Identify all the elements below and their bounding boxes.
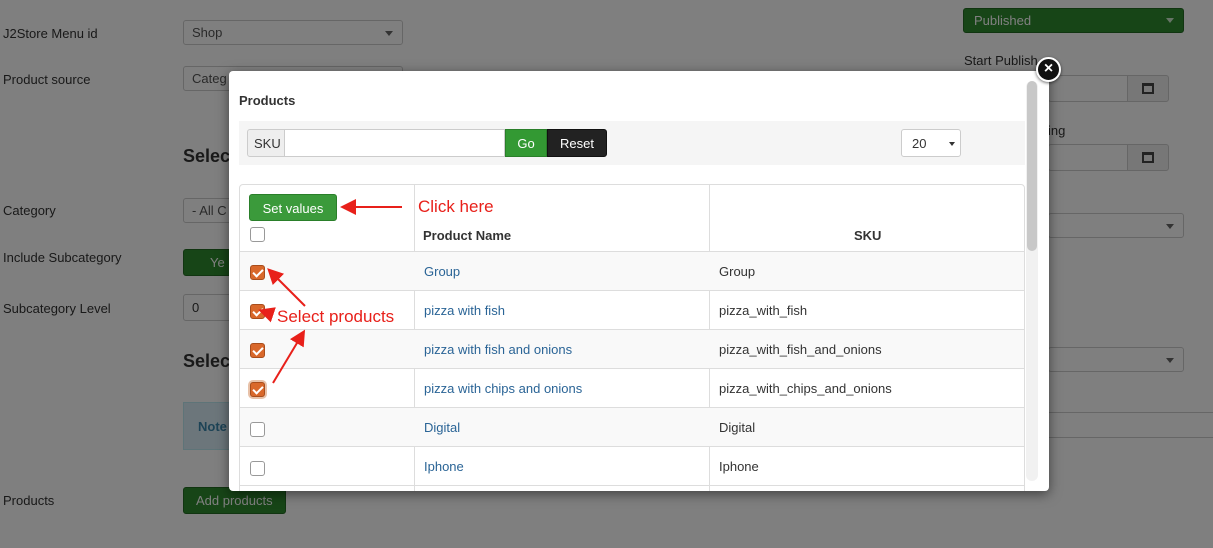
annotation-arrows — [258, 199, 402, 384]
arrow-to-checkbox-4 — [272, 329, 306, 384]
arrow-to-checkbox-1 — [267, 268, 306, 307]
arrow-to-checkbox-2 — [258, 307, 276, 323]
